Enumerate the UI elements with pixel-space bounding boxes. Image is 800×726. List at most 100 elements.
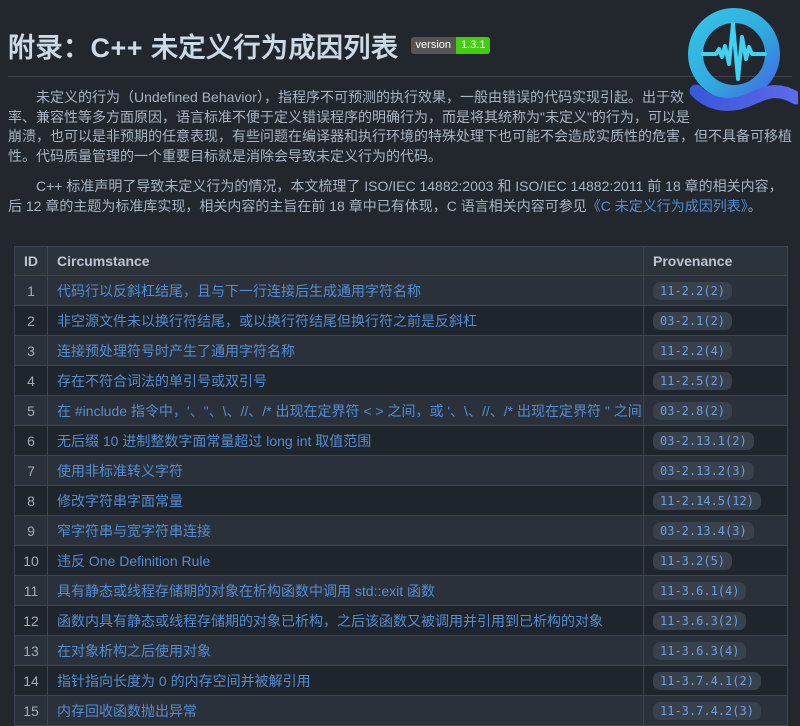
- circumstance-link[interactable]: 代码行以反斜杠结尾，且与下一行连接后生成通用字符名称: [57, 283, 421, 299]
- row-id: 6: [15, 426, 48, 456]
- circumstance-link[interactable]: 指针指向长度为 0 的内存空间并被解引用: [57, 673, 311, 689]
- row-id: 3: [15, 336, 48, 366]
- row-provenance: 11-3.2(5): [644, 546, 788, 576]
- row-circumstance: 修改字符串字面常量: [48, 486, 644, 516]
- row-id: 15: [15, 696, 48, 726]
- row-circumstance: 非空源文件未以换行符结尾，或以换行符结尾但换行符之前是反斜杠: [48, 306, 644, 336]
- row-id: 14: [15, 666, 48, 696]
- provenance-code-link[interactable]: 03-2.8(2): [653, 402, 732, 420]
- table-row: 10 违反 One Definition Rule 11-3.2(5): [15, 546, 788, 576]
- circumstance-link[interactable]: 非空源文件未以换行符结尾，或以换行符结尾但换行符之前是反斜杠: [57, 313, 477, 329]
- row-circumstance: 使用非标准转义字符: [48, 456, 644, 486]
- row-provenance: 11-2.14.5(12): [644, 486, 788, 516]
- table-row: 7 使用非标准转义字符 03-2.13.2(3): [15, 456, 788, 486]
- circumstance-link[interactable]: 具有静态或线程存储期的对象在析构函数中调用 std::exit 函数: [57, 583, 435, 599]
- circumstance-link[interactable]: 函数内具有静态或线程存储期的对象已析构，之后该函数又被调用并引用到已析构的对象: [57, 613, 603, 629]
- row-provenance: 03-2.8(2): [644, 396, 788, 426]
- row-circumstance: 具有静态或线程存储期的对象在析构函数中调用 std::exit 函数: [48, 576, 644, 606]
- table-row: 11 具有静态或线程存储期的对象在析构函数中调用 std::exit 函数 11…: [15, 576, 788, 606]
- intro-paragraph-1: 未定义的行为（Undefined Behavior），指程序不可预测的执行效果，…: [8, 88, 792, 166]
- pulse-q-logo-icon: [676, 4, 798, 118]
- row-provenance: 03-2.13.2(3): [644, 456, 788, 486]
- provenance-code-link[interactable]: 03-2.13.4(3): [653, 522, 754, 540]
- row-provenance: 11-3.6.3(4): [644, 636, 788, 666]
- provenance-code-link[interactable]: 11-3.6.3(2): [653, 612, 746, 630]
- row-circumstance: 连接预处理符号时产生了通用字符名称: [48, 336, 644, 366]
- circumstance-link[interactable]: 在对象析构之后使用对象: [57, 643, 211, 659]
- table-row: 6 无后缀 10 进制整数字面常量超过 long int 取值范围 03-2.1…: [15, 426, 788, 456]
- table-row: 15 内存回收函数抛出异常 11-3.7.4.2(3): [15, 696, 788, 726]
- provenance-code-link[interactable]: 11-2.2(2): [653, 282, 732, 300]
- row-id: 12: [15, 606, 48, 636]
- circumstance-link[interactable]: 无后缀 10 进制整数字面常量超过 long int 取值范围: [57, 433, 371, 449]
- row-id: 4: [15, 366, 48, 396]
- provenance-code-link[interactable]: 11-3.6.3(4): [653, 642, 746, 660]
- row-provenance: 11-2.5(2): [644, 366, 788, 396]
- version-badge-value: 1.3.1: [456, 37, 490, 54]
- row-id: 11: [15, 576, 48, 606]
- provenance-code-link[interactable]: 03-2.13.1(2): [653, 432, 754, 450]
- provenance-code-link[interactable]: 03-2.13.2(3): [653, 462, 754, 480]
- row-provenance: 03-2.1(2): [644, 306, 788, 336]
- circumstance-link[interactable]: 使用非标准转义字符: [57, 463, 183, 479]
- table-row: 13 在对象析构之后使用对象 11-3.6.3(4): [15, 636, 788, 666]
- row-circumstance: 内存回收函数抛出异常: [48, 696, 644, 726]
- circumstance-link[interactable]: 修改字符串字面常量: [57, 493, 183, 509]
- provenance-code-link[interactable]: 03-2.1(2): [653, 312, 732, 330]
- row-circumstance: 存在不符合词法的单引号或双引号: [48, 366, 644, 396]
- header-id: ID: [15, 247, 48, 276]
- version-badge-label: version: [411, 37, 456, 54]
- row-circumstance: 函数内具有静态或线程存储期的对象已析构，之后该函数又被调用并引用到已析构的对象: [48, 606, 644, 636]
- row-id: 10: [15, 546, 48, 576]
- ub-cause-table: ID Circumstance Provenance 1 代码行以反斜杠结尾，且…: [14, 246, 788, 726]
- row-id: 13: [15, 636, 48, 666]
- circumstance-link[interactable]: 内存回收函数抛出异常: [57, 703, 197, 719]
- table-row: 8 修改字符串字面常量 11-2.14.5(12): [15, 486, 788, 516]
- table-row: 9 窄字符串与宽字符串连接 03-2.13.4(3): [15, 516, 788, 546]
- row-provenance: 11-2.2(4): [644, 336, 788, 366]
- circumstance-link[interactable]: 违反 One Definition Rule: [57, 553, 210, 569]
- table-row: 3 连接预处理符号时产生了通用字符名称 11-2.2(4): [15, 336, 788, 366]
- page-title-text: 附录：C++ 未定义行为成因列表: [8, 33, 399, 63]
- row-circumstance: 违反 One Definition Rule: [48, 546, 644, 576]
- row-circumstance: 代码行以反斜杠结尾，且与下一行连接后生成通用字符名称: [48, 276, 644, 306]
- circumstance-link[interactable]: 窄字符串与宽字符串连接: [57, 523, 211, 539]
- provenance-code-link[interactable]: 11-2.14.5(12): [653, 492, 761, 510]
- row-circumstance: 无后缀 10 进制整数字面常量超过 long int 取值范围: [48, 426, 644, 456]
- provenance-code-link[interactable]: 11-2.5(2): [653, 372, 732, 390]
- page-title: 附录：C++ 未定义行为成因列表 version1.3.1: [8, 0, 792, 77]
- row-id: 9: [15, 516, 48, 546]
- row-circumstance: 在 #include 指令中，'、"、\、//、/* 出现在定界符 < > 之间…: [48, 396, 644, 426]
- row-id: 1: [15, 276, 48, 306]
- row-provenance: 11-3.7.4.1(2): [644, 666, 788, 696]
- row-provenance: 03-2.13.4(3): [644, 516, 788, 546]
- row-id: 8: [15, 486, 48, 516]
- row-id: 7: [15, 456, 48, 486]
- table-row: 5 在 #include 指令中，'、"、\、//、/* 出现在定界符 < > …: [15, 396, 788, 426]
- table-body: 1 代码行以反斜杠结尾，且与下一行连接后生成通用字符名称 11-2.2(2) 2…: [15, 276, 788, 726]
- provenance-code-link[interactable]: 11-3.6.1(4): [653, 582, 746, 600]
- intro-paragraph-1-text: 未定义的行为（Undefined Behavior），指程序不可预测的执行效果，…: [8, 89, 792, 164]
- header-provenance: Provenance: [644, 247, 788, 276]
- table-row: 14 指针指向长度为 0 的内存空间并被解引用 11-3.7.4.1(2): [15, 666, 788, 696]
- row-provenance: 11-3.6.3(2): [644, 606, 788, 636]
- table-row: 1 代码行以反斜杠结尾，且与下一行连接后生成通用字符名称 11-2.2(2): [15, 276, 788, 306]
- provenance-code-link[interactable]: 11-3.2(5): [653, 552, 732, 570]
- row-provenance: 11-3.7.4.2(3): [644, 696, 788, 726]
- version-badge: version1.3.1: [411, 37, 491, 54]
- table-row: 2 非空源文件未以换行符结尾，或以换行符结尾但换行符之前是反斜杠 03-2.1(…: [15, 306, 788, 336]
- row-circumstance: 指针指向长度为 0 的内存空间并被解引用: [48, 666, 644, 696]
- circumstance-link[interactable]: 存在不符合词法的单引号或双引号: [57, 373, 267, 389]
- intro-paragraph-2-tail: 。: [748, 198, 762, 214]
- row-id: 2: [15, 306, 48, 336]
- provenance-code-link[interactable]: 11-3.7.4.2(3): [653, 702, 761, 720]
- header-circumstance: Circumstance: [48, 247, 644, 276]
- table-row: 4 存在不符合词法的单引号或双引号 11-2.5(2): [15, 366, 788, 396]
- circumstance-link[interactable]: 在 #include 指令中，'、"、\、//、/* 出现在定界符 < > 之间…: [57, 403, 642, 419]
- c-ub-list-link[interactable]: 《C 未定义行为成因列表》: [587, 198, 748, 214]
- provenance-code-link[interactable]: 11-2.2(4): [653, 342, 732, 360]
- circumstance-link[interactable]: 连接预处理符号时产生了通用字符名称: [57, 343, 295, 359]
- provenance-code-link[interactable]: 11-3.7.4.1(2): [653, 672, 761, 690]
- row-provenance: 11-3.6.1(4): [644, 576, 788, 606]
- intro-paragraph-2: C++ 标准声明了导致未定义行为的情况，本文梳理了 ISO/IEC 14882:…: [8, 177, 792, 216]
